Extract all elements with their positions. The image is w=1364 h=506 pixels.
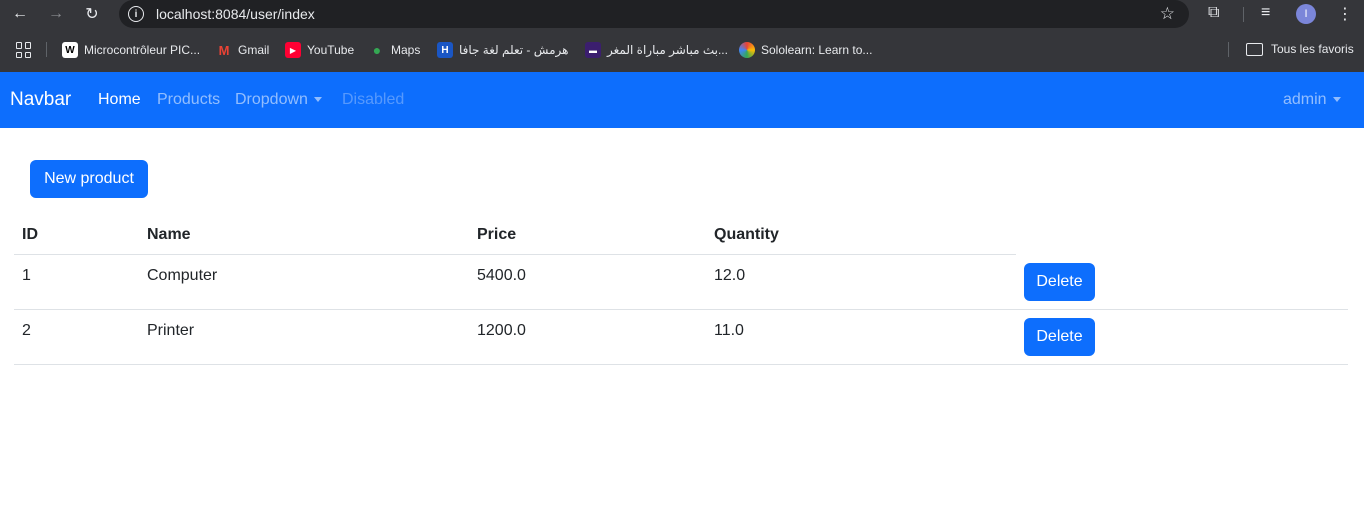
bookmark-item[interactable]: W Microcontrôleur PIC... xyxy=(62,42,200,58)
nav-disabled: Disabled xyxy=(342,91,405,108)
navbar-brand[interactable]: Navbar xyxy=(10,89,71,111)
all-bookmarks-label: Tous les favoris xyxy=(1271,42,1354,56)
col-header-id: ID xyxy=(22,226,38,243)
menu-kebab-icon[interactable]: ⋮ xyxy=(1337,4,1353,24)
sololearn-icon xyxy=(739,42,755,58)
cell-quantity: 12.0 xyxy=(714,267,746,284)
toolbar-divider xyxy=(1243,7,1244,22)
maps-icon: ● xyxy=(372,42,382,58)
apps-grid-icon[interactable] xyxy=(16,42,32,58)
row-divider xyxy=(14,309,1348,310)
url-text[interactable]: localhost:8084/user/index xyxy=(156,6,315,22)
bookmarks-bar: W Microcontrôleur PIC... M Gmail ▶ YouTu… xyxy=(0,28,1364,72)
bookmarks-divider xyxy=(1228,42,1229,57)
browser-toolbar: ← → ↻ i localhost:8084/user/index ☆ ⧉ ≡ … xyxy=(0,0,1364,28)
delete-button[interactable]: Delete xyxy=(1024,263,1095,301)
profile-avatar[interactable]: I xyxy=(1296,4,1316,24)
bookmark-label: Sololearn: Learn to... xyxy=(761,43,873,57)
cell-name: Printer xyxy=(147,322,195,339)
nav-dropdown-label: Dropdown xyxy=(235,91,308,108)
delete-button[interactable]: Delete xyxy=(1024,318,1095,356)
col-header-quantity: Quantity xyxy=(714,226,779,243)
bookmark-item[interactable]: H هرمش - تعلم لغة جافا xyxy=(437,42,568,58)
youtube-icon: ▶ xyxy=(285,42,301,58)
bookmark-label: YouTube xyxy=(307,43,355,57)
all-bookmarks-button[interactable]: Tous les favoris xyxy=(1246,42,1354,56)
col-header-name: Name xyxy=(147,226,191,243)
row-divider xyxy=(14,364,1348,365)
bookmark-label: Gmail xyxy=(238,43,270,57)
navbar: Navbar Home Products Dropdown Disabled a… xyxy=(0,72,1364,128)
cell-id: 2 xyxy=(22,322,31,339)
extensions-icon[interactable]: ⧉ xyxy=(1208,4,1219,22)
folder-icon xyxy=(1246,42,1263,56)
back-icon[interactable]: ← xyxy=(9,3,31,25)
bookmarks-divider xyxy=(46,42,47,57)
cell-price: 1200.0 xyxy=(477,322,526,339)
gmail-icon: M xyxy=(218,42,230,58)
nav-home[interactable]: Home xyxy=(98,91,141,109)
stream-icon: ▬ xyxy=(585,42,601,58)
user-dropdown[interactable]: admin xyxy=(1283,91,1341,109)
bookmark-item[interactable]: M Gmail xyxy=(216,42,270,58)
bookmark-label: بث مباشر مباراة المغر... xyxy=(607,43,728,57)
col-header-price: Price xyxy=(477,226,517,243)
header-divider xyxy=(14,254,1016,255)
address-bar[interactable]: i localhost:8084/user/index ☆ xyxy=(119,0,1189,28)
new-product-button[interactable]: New product xyxy=(30,160,148,198)
nav-dropdown[interactable]: Dropdown xyxy=(235,91,322,109)
cell-id: 1 xyxy=(22,267,31,284)
h-site-icon: H xyxy=(437,42,453,58)
bookmark-item[interactable]: ● Maps xyxy=(369,42,421,58)
bookmark-item[interactable]: ▬ بث مباشر مباراة المغر... xyxy=(585,42,728,58)
cell-price: 5400.0 xyxy=(477,267,526,284)
media-control-icon[interactable]: ≡ xyxy=(1261,4,1270,22)
wikipedia-icon: W xyxy=(62,42,78,58)
user-name: admin xyxy=(1283,91,1327,108)
reload-icon[interactable]: ↻ xyxy=(81,3,103,25)
bookmark-item[interactable]: Sololearn: Learn to... xyxy=(739,42,872,58)
bookmark-label: Maps xyxy=(391,43,421,57)
bookmark-label: هرمش - تعلم لغة جافا xyxy=(459,43,569,57)
nav-products[interactable]: Products xyxy=(157,91,220,109)
caret-down-icon xyxy=(1332,97,1341,103)
caret-down-icon xyxy=(313,97,322,103)
cell-quantity: 11.0 xyxy=(714,322,744,339)
cell-name: Computer xyxy=(147,267,218,284)
bookmark-label: Microcontrôleur PIC... xyxy=(84,43,201,57)
forward-icon[interactable]: → xyxy=(45,3,67,25)
bookmark-star-icon[interactable]: ☆ xyxy=(1160,4,1175,24)
bookmark-item[interactable]: ▶ YouTube xyxy=(285,42,354,58)
site-info-icon[interactable]: i xyxy=(128,6,144,22)
